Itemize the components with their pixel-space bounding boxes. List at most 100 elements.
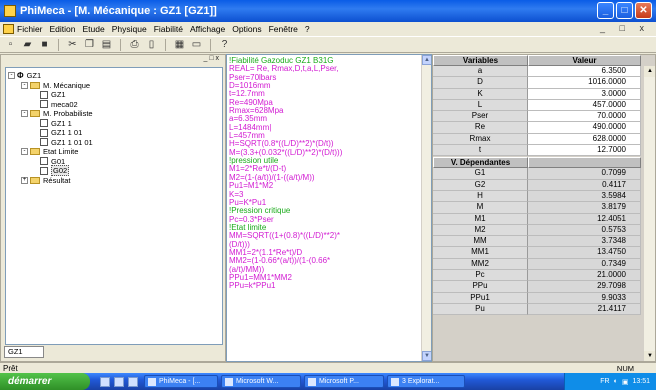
dependent-variable-row[interactable]: M 3.8179	[433, 202, 655, 214]
dependent-variable-row[interactable]: Pu 21.4117	[433, 303, 655, 316]
variable-row[interactable]: Rmax 628.0000	[433, 133, 655, 146]
code-line[interactable]: !Fiabilité Gazoduc GZ1 B31G	[229, 57, 419, 65]
scroll-up-icon[interactable]: ▲	[644, 66, 655, 77]
code-line[interactable]: Rmax=628Mpa	[229, 107, 419, 115]
dependent-variable-row[interactable]: PPu 29.7098	[433, 281, 655, 293]
variable-row[interactable]: t 12.7000	[433, 145, 655, 157]
code-line[interactable]: PPu=k*PPu1	[229, 282, 419, 290]
code-line[interactable]: Re=490Mpa	[229, 99, 419, 107]
code-line[interactable]: (D/t)))	[229, 241, 419, 249]
tree-item[interactable]: GZ1 1 01 01	[8, 138, 222, 148]
menu-edition[interactable]: Edition	[50, 24, 76, 34]
dependent-variable-row[interactable]: G1 0.7099	[433, 168, 655, 180]
code-line[interactable]: MM=SQRT((1+(0.8)*((L/D)**2)*	[229, 232, 419, 240]
dependent-variable-row[interactable]: MM2 0.7349	[433, 258, 655, 271]
language-indicator[interactable]: FR	[600, 378, 609, 385]
tree-item[interactable]: GZ1	[8, 90, 222, 100]
variable-value[interactable]: 3.0000	[528, 88, 641, 100]
preview-icon[interactable]: ▯	[145, 39, 158, 51]
menu-affichage[interactable]: Affichage	[190, 24, 225, 34]
title-bar[interactable]: PhiMeca - [M. Mécanique : GZ1 [GZ1]] _ □…	[0, 0, 656, 22]
code-line[interactable]: D=1016mm	[229, 82, 419, 90]
task-phimeca[interactable]: PhiMeca - [...	[144, 375, 218, 388]
pane-controls[interactable]: _ □ x	[1, 55, 225, 65]
variable-row[interactable]: K 3.0000	[433, 88, 655, 100]
tree-item[interactable]: G02	[8, 165, 222, 177]
variable-row[interactable]: L 457.0000	[433, 99, 655, 112]
menu-fenetre[interactable]: Fenêtre	[269, 24, 298, 34]
cut-icon[interactable]: ✂	[66, 39, 79, 51]
print-icon[interactable]: ⎙	[128, 39, 141, 51]
quick-launch-icon[interactable]	[128, 376, 138, 387]
code-line[interactable]: L=1484mm|	[229, 124, 419, 132]
collapse-icon[interactable]: -	[8, 72, 15, 80]
code-line[interactable]: (a/t)/MM))	[229, 266, 419, 274]
variable-row[interactable]: Re 490.0000	[433, 122, 655, 134]
tree-root[interactable]: - Φ GZ1	[8, 71, 222, 81]
tree-item[interactable]: GZ1 1	[8, 119, 222, 129]
quick-launch-icon[interactable]	[114, 376, 124, 387]
variable-value[interactable]: 1016.0000	[528, 77, 641, 89]
menu-fiabilite[interactable]: Fiabilité	[154, 24, 183, 34]
code-line[interactable]: Pu1=M1*M2	[229, 182, 419, 190]
dependent-variable-row[interactable]: Pc 21.0000	[433, 270, 655, 282]
tree-item[interactable]: - M. Probabiliste	[8, 109, 222, 119]
variable-value[interactable]: 628.0000	[528, 133, 641, 146]
tree-item[interactable]: G01	[8, 157, 222, 167]
code-editor[interactable]: !Fiabilité Gazoduc GZ1 B31G REAL= Re, Rma…	[226, 54, 432, 362]
dependent-value-header[interactable]	[528, 157, 641, 169]
tray-icon[interactable]: ◐	[614, 378, 618, 385]
code-line[interactable]: M1=2*Re*t/(D-t)	[229, 165, 419, 173]
copy-icon[interactable]: ❐	[83, 39, 96, 51]
variable-value[interactable]: 490.0000	[528, 122, 641, 134]
editor-scrollbar[interactable]: ▲ ▼	[421, 55, 431, 361]
minimize-button[interactable]: _	[597, 2, 614, 19]
menu-fichier[interactable]: Fichier	[17, 24, 43, 34]
code-line[interactable]: REAL= Re, Rmax,D,t,a,L,Pser,	[229, 65, 419, 73]
code-line[interactable]: K=3	[229, 191, 419, 199]
variable-row[interactable]: Pser 70.0000	[433, 111, 655, 123]
code-line[interactable]: MM2=(1-0.66*(a/t))/(1-(0.66*	[229, 257, 419, 265]
variable-value[interactable]: 6.3500	[528, 66, 641, 78]
variable-value[interactable]: 70.0000	[528, 111, 641, 123]
tray-icon[interactable]: ▣	[622, 378, 629, 386]
code-line[interactable]: !pression utile	[229, 157, 419, 165]
expand-icon[interactable]: +	[21, 176, 28, 184]
document-icon[interactable]	[3, 24, 14, 34]
maximize-button[interactable]: □	[616, 2, 633, 19]
open-folder-icon[interactable]: ▰	[21, 39, 34, 51]
save-icon[interactable]: ■	[38, 39, 51, 51]
mdi-window-controls[interactable]: _ □ x	[600, 23, 650, 33]
collapse-icon[interactable]: -	[21, 81, 28, 89]
variable-value[interactable]: 457.0000	[528, 99, 641, 112]
new-file-icon[interactable]: ▫	[4, 39, 17, 51]
code-line[interactable]: t=12.7mm	[229, 90, 419, 98]
variable-row[interactable]: D 1016.0000	[433, 77, 655, 89]
paste-icon[interactable]: ▤	[100, 39, 113, 51]
scroll-down-icon[interactable]: ▼	[644, 351, 655, 361]
quick-launch-icon[interactable]	[100, 376, 110, 387]
tree-item[interactable]: + Résultat	[8, 176, 222, 186]
tab-gz1[interactable]: GZ1	[4, 346, 44, 358]
value-header[interactable]: Valeur	[528, 55, 641, 66]
code-line[interactable]: M2=(1-(a/t))/(1-((a/t)/M))	[229, 174, 419, 182]
code-line[interactable]: Pc=0.3*Pser	[229, 216, 419, 224]
app-icon[interactable]	[4, 5, 16, 17]
task-explorer[interactable]: 3 Explorat...	[387, 375, 465, 388]
code-line[interactable]: !Pression critique	[229, 207, 419, 215]
dependent-variable-row[interactable]: MM 3.7348	[433, 236, 655, 248]
code-line[interactable]: H=SQRT(0.8*((L/D)**2)*(D/t))	[229, 140, 419, 148]
variable-row[interactable]: a 6.3500	[433, 66, 655, 78]
variable-value[interactable]: 12.7000	[528, 145, 641, 157]
tree-item[interactable]: GZ1 1 01	[8, 128, 222, 138]
menu-help[interactable]: ?	[305, 24, 310, 34]
close-button[interactable]: ✕	[635, 2, 652, 19]
dependent-variable-row[interactable]: PPu1 9.9033	[433, 292, 655, 304]
menu-etude[interactable]: Etude	[83, 24, 105, 34]
dependent-variables-header[interactable]: V. Dépendantes	[433, 157, 528, 169]
start-button[interactable]: démarrer	[0, 373, 90, 390]
tree-item[interactable]: - M. Mécanique	[8, 81, 222, 91]
code-line[interactable]: PPu1=MM1*MM2	[229, 274, 419, 282]
project-tree[interactable]: - Φ GZ1 - M. Mécanique GZ1 meca02- M. Probab…	[5, 67, 223, 345]
window-icon[interactable]: ▭	[190, 39, 203, 51]
